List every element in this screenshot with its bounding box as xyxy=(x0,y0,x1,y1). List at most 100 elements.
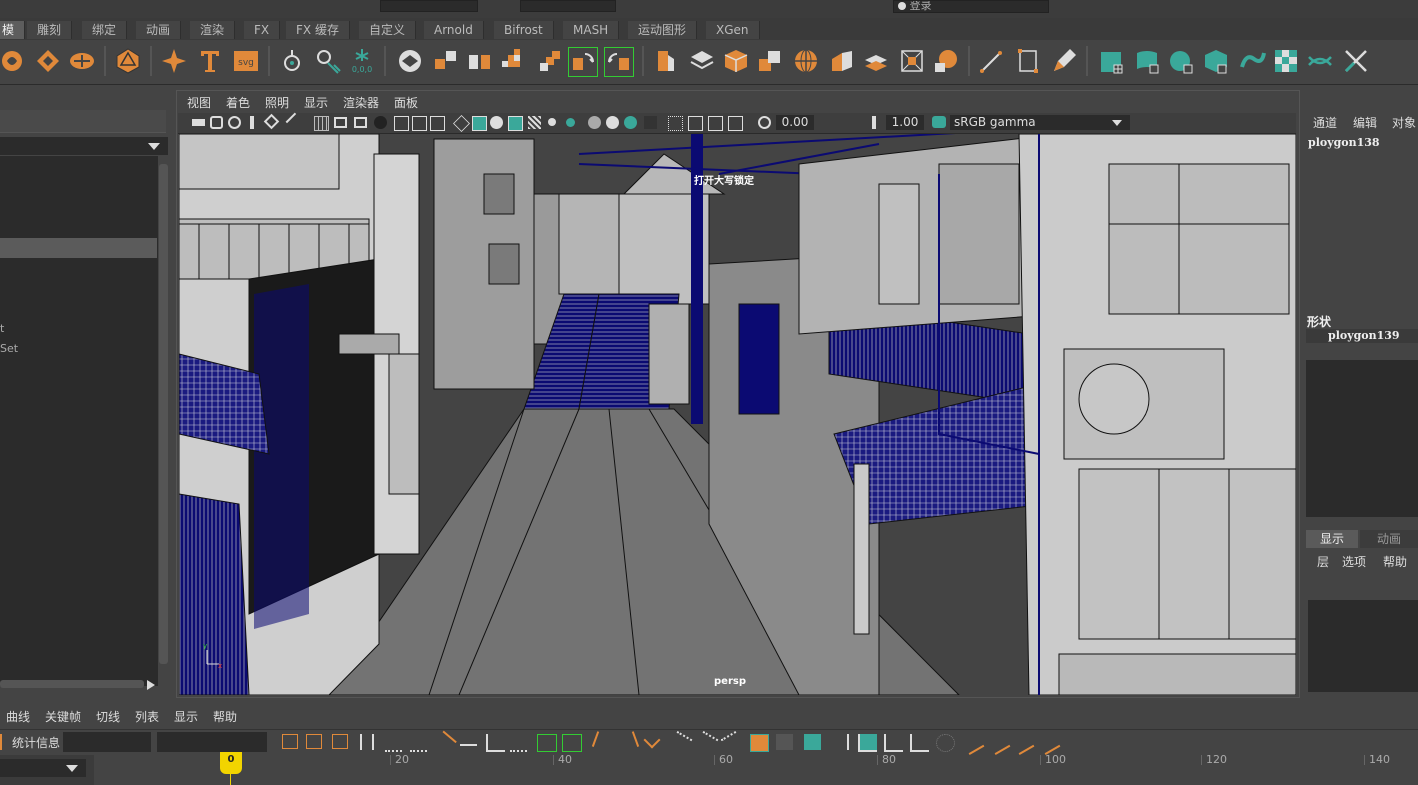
mirror-cut-icon[interactable] xyxy=(604,47,634,77)
bridge-icon[interactable] xyxy=(828,47,856,75)
view-transform-dropdown[interactable]: sRGB gamma xyxy=(950,115,1130,130)
textured-icon[interactable] xyxy=(528,116,541,129)
disc-icon[interactable] xyxy=(68,47,96,75)
time-slider[interactable]: 20 40 60 80 100 120 140 0 xyxy=(0,752,1418,785)
diamond-icon[interactable] xyxy=(34,47,62,75)
smooth-shade-icon[interactable] xyxy=(472,116,487,131)
resolution-gate-icon[interactable] xyxy=(354,117,367,128)
viewport-3d-scene[interactable]: y x 打开大写锁定 persp xyxy=(179,134,1296,695)
bookmark-icon[interactable] xyxy=(228,116,241,129)
gate-mask-icon[interactable] xyxy=(374,116,387,129)
linear-tangent-icon[interactable] xyxy=(432,730,457,756)
uv-auto-icon[interactable] xyxy=(1202,47,1230,75)
align-icon[interactable] xyxy=(314,47,342,75)
center-current-time-icon[interactable] xyxy=(332,734,348,749)
layer-tab-anim[interactable]: 动画 xyxy=(1360,530,1418,548)
exposure-field[interactable]: 0.00 xyxy=(776,115,814,130)
stats-field-b[interactable] xyxy=(157,732,267,752)
frame-playback-icon[interactable] xyxy=(306,734,322,749)
grid-cubes-icon[interactable] xyxy=(500,47,528,75)
post-cycle-icon[interactable] xyxy=(986,730,1011,756)
timeline-dropdown[interactable] xyxy=(0,759,86,777)
layer-menu-options[interactable]: 选项 xyxy=(1342,553,1366,570)
pen-icon[interactable] xyxy=(1050,47,1078,75)
field-chart-icon[interactable] xyxy=(394,116,409,131)
shelf-tab-arnold[interactable]: Arnold xyxy=(424,21,484,39)
object-name[interactable]: ploygon138 xyxy=(1308,136,1380,149)
depth-of-field-icon[interactable] xyxy=(644,116,657,129)
shelf-tab-motion-graphics[interactable]: 运动图形 xyxy=(628,21,698,39)
isolate-select-icon[interactable] xyxy=(668,116,683,131)
star-icon[interactable] xyxy=(160,47,188,75)
exposure-icon[interactable] xyxy=(758,116,771,129)
uv-cut-icon[interactable] xyxy=(1342,47,1370,75)
shelf-tab-sculpt[interactable]: 雕刻 xyxy=(27,21,73,39)
shelf-tab-rigging[interactable]: 绑定 xyxy=(82,21,128,39)
plateau-tangent-icon[interactable] xyxy=(510,734,527,752)
graph-menu-keys[interactable]: 关键帧 xyxy=(45,708,81,725)
combine-icon[interactable] xyxy=(432,47,460,75)
shape-row[interactable]: ploygon139 xyxy=(1306,329,1418,343)
xray-icon[interactable] xyxy=(688,116,703,131)
unify-tangents-icon[interactable] xyxy=(615,731,640,753)
wireframe-icon[interactable] xyxy=(453,115,470,132)
channel-menu-edit[interactable]: 编辑 xyxy=(1353,114,1377,131)
anti-aliasing-icon[interactable] xyxy=(624,116,637,129)
layers-icon[interactable] xyxy=(688,47,716,75)
checker-icon[interactable] xyxy=(1272,47,1300,75)
cycle-offset-icon[interactable] xyxy=(1010,730,1035,756)
outliner-search[interactable] xyxy=(0,110,166,133)
viewport-menu-panels[interactable]: 面板 xyxy=(394,94,418,111)
safe-title-icon[interactable] xyxy=(430,116,445,131)
stats-field-a[interactable] xyxy=(63,732,151,752)
viewport-menu-lighting[interactable]: 照明 xyxy=(265,94,289,111)
stacked-view-icon[interactable] xyxy=(858,734,877,752)
flat-tangent-icon[interactable] xyxy=(460,738,477,746)
outliner-vertical-scrollbar[interactable] xyxy=(159,164,168,664)
uv-cube-icon[interactable] xyxy=(1098,47,1126,75)
wireframe-on-shaded-icon[interactable] xyxy=(508,116,523,131)
type-text-icon[interactable] xyxy=(196,47,224,75)
timeline-track[interactable]: 20 40 60 80 100 120 140 0 xyxy=(94,752,1418,785)
login-button[interactable]: 登录 xyxy=(893,0,1049,13)
camera-attributes-icon[interactable] xyxy=(210,116,223,129)
shelf-tab-animation[interactable]: 动画 xyxy=(136,21,182,39)
platonic-solid-icon[interactable] xyxy=(114,47,142,75)
lock-tangent-weight-icon[interactable] xyxy=(668,730,693,756)
twist-icon[interactable] xyxy=(0,47,28,75)
separate-icon[interactable] xyxy=(466,47,494,75)
safe-action-icon[interactable] xyxy=(412,116,427,131)
spline-tangent-icon[interactable] xyxy=(385,734,402,752)
graph-menu-tangents[interactable]: 切线 xyxy=(96,708,120,725)
uv-unfold-icon[interactable] xyxy=(1238,47,1266,75)
scroll-right-icon[interactable] xyxy=(147,680,155,690)
plane-stack-icon[interactable] xyxy=(862,47,890,75)
graph-menu-show[interactable]: 显示 xyxy=(174,708,198,725)
stairs-icon[interactable] xyxy=(536,47,564,75)
outliner-item[interactable]: t xyxy=(0,322,4,335)
shelf-tab-custom[interactable]: 自定义 xyxy=(359,21,417,39)
graph-menu-help[interactable]: 帮助 xyxy=(213,708,237,725)
shelf-tab-modeling[interactable]: 模 xyxy=(0,21,26,39)
measure-icon[interactable] xyxy=(280,47,308,75)
xray-joints-icon[interactable] xyxy=(728,116,743,131)
viewport-menu-view[interactable]: 视图 xyxy=(187,94,211,111)
viewport-menu-shading[interactable]: 着色 xyxy=(226,94,250,111)
viewport-menu-show[interactable]: 显示 xyxy=(304,94,328,111)
cube-icon[interactable] xyxy=(722,47,750,75)
use-all-lights-icon[interactable] xyxy=(548,118,556,126)
outliner-selected-row[interactable] xyxy=(0,238,157,258)
free-tangent-weight-icon[interactable] xyxy=(643,731,661,749)
image-plane-icon[interactable] xyxy=(250,116,254,129)
extrude-icon[interactable] xyxy=(396,47,424,75)
top-dropdown-a[interactable] xyxy=(380,0,478,12)
pre-infinity-icon[interactable] xyxy=(750,734,769,752)
boolean-icon[interactable] xyxy=(756,47,784,75)
channel-menu-channels[interactable]: 通道 xyxy=(1313,114,1337,131)
gamma-icon[interactable] xyxy=(872,116,880,129)
curve-view-icon[interactable] xyxy=(910,734,929,752)
denormalize-icon[interactable] xyxy=(830,734,849,750)
top-dropdown-b[interactable] xyxy=(520,0,616,12)
break-tangents-icon[interactable] xyxy=(591,731,616,753)
step-tangent-icon[interactable] xyxy=(486,734,505,752)
